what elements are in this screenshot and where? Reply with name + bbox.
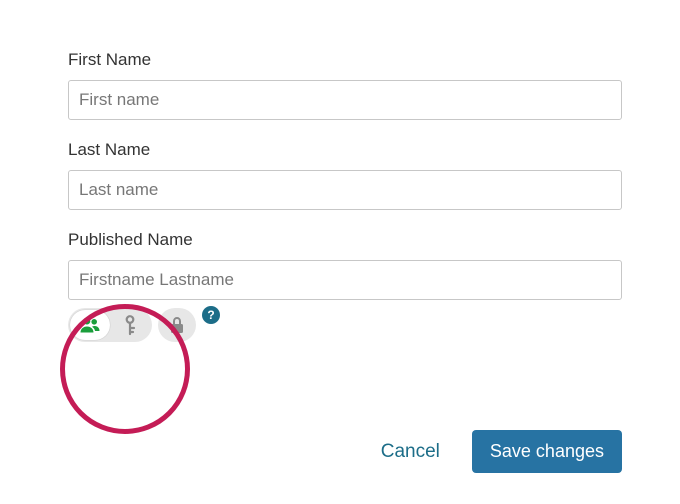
visibility-private-pill — [158, 308, 196, 342]
visibility-trusted-option[interactable] — [110, 310, 150, 340]
lock-icon — [169, 316, 185, 334]
visibility-controls: ? — [68, 308, 622, 342]
visibility-private-option[interactable] — [160, 310, 194, 340]
published-name-label: Published Name — [68, 230, 622, 250]
visibility-help-button[interactable]: ? — [202, 306, 220, 324]
people-icon — [79, 317, 101, 333]
cancel-button[interactable]: Cancel — [375, 440, 446, 464]
visibility-toggle — [68, 308, 152, 342]
save-button[interactable]: Save changes — [472, 430, 622, 473]
visibility-public-option[interactable] — [70, 310, 110, 340]
first-name-label: First Name — [68, 50, 622, 70]
key-icon — [120, 314, 140, 336]
first-name-input[interactable] — [68, 80, 622, 120]
last-name-input[interactable] — [68, 170, 622, 210]
published-name-input[interactable] — [68, 260, 622, 300]
last-name-label: Last Name — [68, 140, 622, 160]
